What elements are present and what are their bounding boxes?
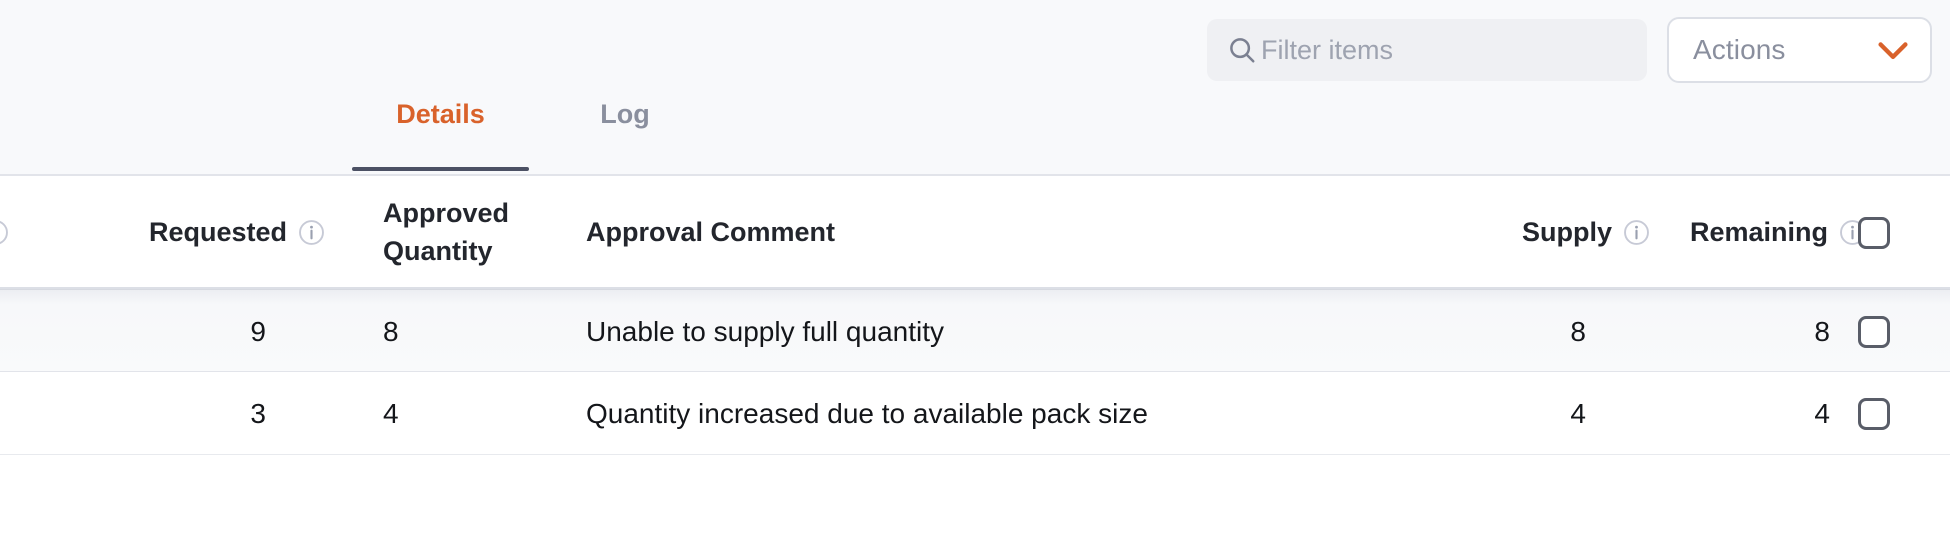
actions-dropdown[interactable]: Actions: [1667, 17, 1932, 83]
row-select-checkbox[interactable]: [1858, 397, 1890, 430]
items-table: Requested Approved Quantity Approval Com…: [0, 176, 1950, 455]
cell-requested: 9: [250, 315, 266, 347]
chevron-down-icon[interactable]: [1876, 39, 1910, 61]
column-header-remaining-label: Remaining: [1689, 217, 1828, 247]
clipped-column-header: [0, 176, 22, 289]
table-row[interactable]: 9 8 Unable to supply full quantity 8 8: [0, 289, 1950, 372]
column-header-approval-comment-label: Approval Comment: [586, 217, 836, 247]
tab-details-label: Details: [396, 99, 485, 129]
cell-select[interactable]: [1858, 372, 1950, 455]
toolbar: Actions Details Log: [0, 0, 1950, 176]
tab-log-label: Log: [600, 99, 650, 129]
table-empty-area: [0, 455, 1950, 552]
column-header-approved-line2: Quantity: [383, 236, 493, 266]
order-details-panel: Actions Details Log: [0, 0, 1950, 552]
actions-dropdown-label: Actions: [1693, 34, 1786, 65]
column-header-approved-line1: Approved: [383, 198, 510, 229]
column-header-requested-label: Requested: [148, 217, 287, 247]
toolbar-controls: Actions: [1207, 0, 1950, 100]
cell-supply: 8: [1570, 315, 1586, 347]
select-all-checkbox[interactable]: [1858, 216, 1890, 249]
column-header-select-all[interactable]: [1858, 176, 1950, 289]
cell-requested: 3: [250, 397, 266, 429]
cell-select[interactable]: [1858, 290, 1950, 373]
column-header-approval-comment[interactable]: Approval Comment: [586, 176, 1286, 289]
search-input[interactable]: [1261, 19, 1627, 81]
tab-details[interactable]: Details: [352, 86, 529, 175]
column-header-supply-label: Supply: [1521, 217, 1612, 247]
tab-log[interactable]: Log: [560, 86, 690, 175]
search-icon: [1230, 38, 1255, 63]
table-row[interactable]: 3 4 Quantity increased due to available …: [0, 372, 1950, 455]
row-select-checkbox[interactable]: [1858, 315, 1890, 348]
cell-approval-comment: Quantity increased due to available pack…: [586, 397, 1148, 429]
tab-bar: Details Log: [0, 86, 1950, 175]
info-icon[interactable]: [0, 219, 9, 246]
filter-items-field[interactable]: [1207, 19, 1647, 81]
column-header-supply[interactable]: Supply: [1290, 176, 1650, 289]
tab-active-indicator: [352, 167, 529, 171]
table-header-row: Requested Approved Quantity Approval Com…: [0, 176, 1950, 289]
column-header-requested[interactable]: Requested: [40, 176, 325, 289]
cell-supply: 4: [1570, 397, 1586, 429]
cell-approval-comment: Unable to supply full quantity: [586, 315, 944, 347]
info-icon[interactable]: [298, 219, 325, 246]
